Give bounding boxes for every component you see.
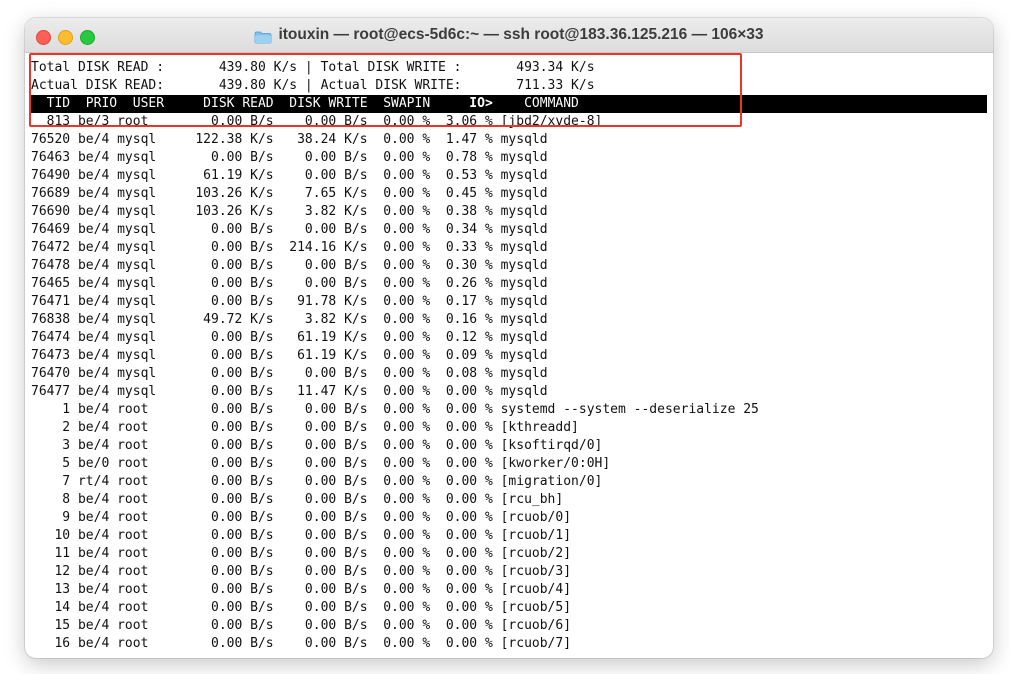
process-row: 76463 be/4 mysql 0.00 B/s 0.00 B/s 0.00 … — [31, 150, 548, 165]
total-disk-read-line: Total DISK READ : 439.80 K/s | Total DIS… — [31, 60, 595, 75]
process-list: 813 be/3 root 0.00 B/s 0.00 B/s 0.00 % 3… — [31, 113, 989, 653]
terminal-window: itouxin — root@ecs-5d6c:~ — ssh root@183… — [25, 18, 993, 658]
process-row: 5 be/0 root 0.00 B/s 0.00 B/s 0.00 % 0.0… — [31, 456, 611, 471]
process-row: 76470 be/4 mysql 0.00 B/s 0.00 B/s 0.00 … — [31, 366, 548, 381]
column-header: TID PRIO USER DISK READ DISK WRITE SWAPI… — [31, 95, 987, 113]
process-row: 76465 be/4 mysql 0.00 B/s 0.00 B/s 0.00 … — [31, 276, 548, 291]
process-row: 76478 be/4 mysql 0.00 B/s 0.00 B/s 0.00 … — [31, 258, 548, 273]
process-row: 15 be/4 root 0.00 B/s 0.00 B/s 0.00 % 0.… — [31, 618, 572, 633]
process-row: 3 be/4 root 0.00 B/s 0.00 B/s 0.00 % 0.0… — [31, 438, 603, 453]
process-row: 76690 be/4 mysql 103.26 K/s 3.82 K/s 0.0… — [31, 204, 548, 219]
process-row: 10 be/4 root 0.00 B/s 0.00 B/s 0.00 % 0.… — [31, 528, 572, 543]
process-row: 76469 be/4 mysql 0.00 B/s 0.00 B/s 0.00 … — [31, 222, 548, 237]
process-row: 7 rt/4 root 0.00 B/s 0.00 B/s 0.00 % 0.0… — [31, 474, 603, 489]
process-row: 76520 be/4 mysql 122.38 K/s 38.24 K/s 0.… — [31, 132, 548, 147]
window-title: itouxin — root@ecs-5d6c:~ — ssh root@183… — [278, 26, 764, 43]
process-row: 12 be/4 root 0.00 B/s 0.00 B/s 0.00 % 0.… — [31, 564, 572, 579]
process-row: 16 be/4 root 0.00 B/s 0.00 B/s 0.00 % 0.… — [31, 636, 572, 651]
process-row: 76477 be/4 mysql 0.00 B/s 11.47 K/s 0.00… — [31, 384, 548, 399]
column-header-left: TID PRIO USER DISK READ DISK WRITE SWAPI… — [31, 96, 470, 111]
process-row: 2 be/4 root 0.00 B/s 0.00 B/s 0.00 % 0.0… — [31, 420, 579, 435]
process-row: 13 be/4 root 0.00 B/s 0.00 B/s 0.00 % 0.… — [31, 582, 572, 597]
process-row: 8 be/4 root 0.00 B/s 0.00 B/s 0.00 % 0.0… — [31, 492, 564, 507]
process-row: 1 be/4 root 0.00 B/s 0.00 B/s 0.00 % 0.0… — [31, 402, 759, 417]
title-bar[interactable]: itouxin — root@ecs-5d6c:~ — ssh root@183… — [25, 18, 993, 53]
process-row: 14 be/4 root 0.00 B/s 0.00 B/s 0.00 % 0.… — [31, 600, 572, 615]
process-row: 76471 be/4 mysql 0.00 B/s 91.78 K/s 0.00… — [31, 294, 548, 309]
process-row: 76472 be/4 mysql 0.00 B/s 214.16 K/s 0.0… — [31, 240, 548, 255]
process-row: 76689 be/4 mysql 103.26 K/s 7.65 K/s 0.0… — [31, 186, 548, 201]
process-row: 76838 be/4 mysql 49.72 K/s 3.82 K/s 0.00… — [31, 312, 548, 327]
process-row: 9 be/4 root 0.00 B/s 0.00 B/s 0.00 % 0.0… — [31, 510, 572, 525]
column-header-right: COMMAND — [492, 96, 579, 111]
terminal-output[interactable]: Total DISK READ : 439.80 K/s | Total DIS… — [31, 59, 989, 654]
actual-disk-read-line: Actual DISK READ: 439.80 K/s | Actual DI… — [31, 78, 595, 93]
process-row: 813 be/3 root 0.00 B/s 0.00 B/s 0.00 % 3… — [31, 114, 603, 129]
folder-icon — [254, 29, 272, 43]
process-row: 76490 be/4 mysql 61.19 K/s 0.00 B/s 0.00… — [31, 168, 548, 183]
sort-column-io: IO> — [469, 96, 493, 111]
process-row: 11 be/4 root 0.00 B/s 0.00 B/s 0.00 % 0.… — [31, 546, 572, 561]
window-title-wrap: itouxin — root@ecs-5d6c:~ — ssh root@183… — [25, 18, 993, 52]
process-row: 76473 be/4 mysql 0.00 B/s 61.19 K/s 0.00… — [31, 348, 548, 363]
process-row: 76474 be/4 mysql 0.00 B/s 61.19 K/s 0.00… — [31, 330, 548, 345]
